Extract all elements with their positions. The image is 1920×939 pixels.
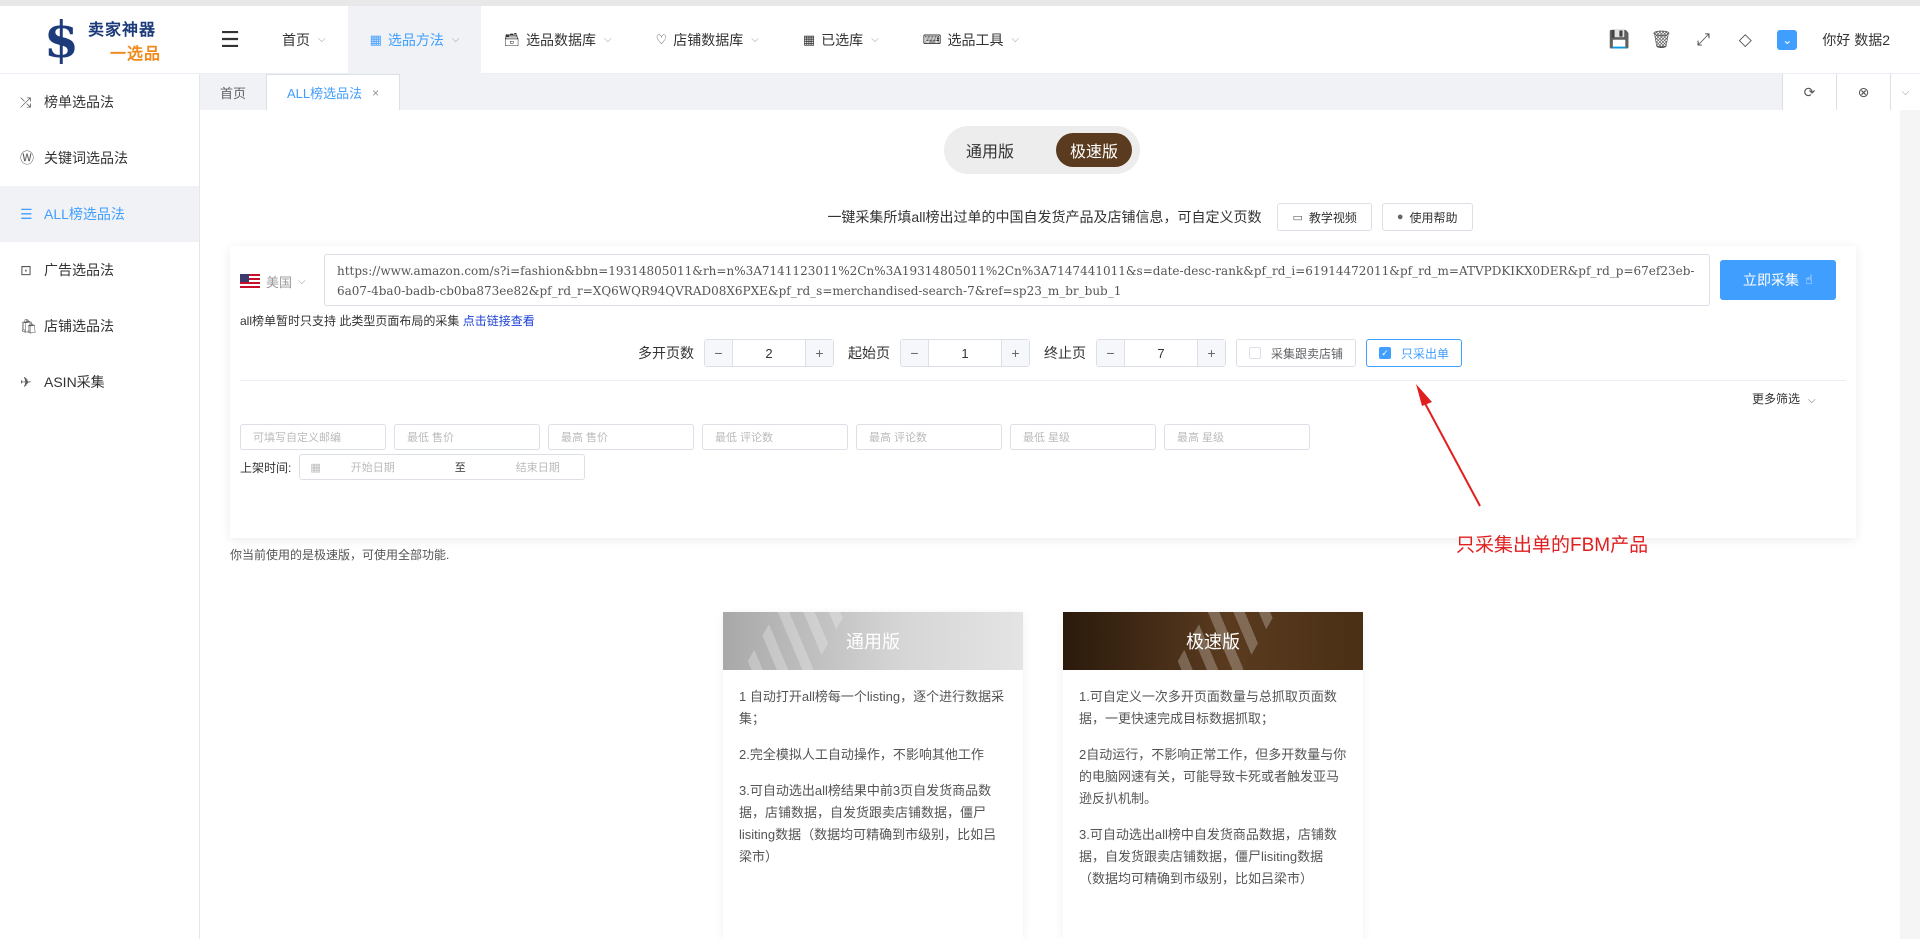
logo-dollar-icon: $	[44, 9, 79, 69]
sidebar: ⤮ 榜单选品法 Ⓦ 关键词选品法 ☰ ALL榜选品法 ⊡ 广告选品法 🛍 店铺选品法 ✈ A…	[0, 74, 200, 939]
chevron-down-icon: ⌵	[318, 34, 326, 45]
sidebar-item-keyword[interactable]: Ⓦ 关键词选品法	[0, 130, 199, 186]
user-greeting[interactable]: 你好 数据2	[1822, 30, 1890, 50]
logo-subtitle: 一选品	[110, 45, 162, 63]
nav-product-database[interactable]: 🗃 选品数据库 ⌵	[481, 6, 633, 74]
database-icon: 🗃	[503, 31, 520, 47]
dropdown-square-icon[interactable]: ⌄	[1777, 29, 1798, 50]
wordpress-icon: Ⓦ	[20, 150, 34, 166]
nav-shop-database[interactable]: ♡ 店铺数据库 ⌵	[634, 6, 781, 74]
diamond-icon[interactable]: ◇	[1724, 30, 1766, 50]
annotation-text: 只采集出单的FBM产品	[1456, 535, 1649, 556]
save-icon[interactable]: 💾	[1598, 30, 1640, 50]
tab-home[interactable]: 首页	[200, 74, 268, 110]
annotation-arrow	[1416, 384, 1481, 507]
close-icon[interactable]: ×	[372, 86, 379, 100]
ad-icon: ⊡	[20, 261, 32, 278]
list-icon: ☰	[20, 205, 33, 222]
chevron-down-icon[interactable]: ⌵	[1890, 74, 1920, 110]
sidebar-item-ads[interactable]: ⊡ 广告选品法	[0, 242, 199, 298]
chevron-down-icon: ⌵	[604, 34, 612, 45]
fast-card-title: 极速版	[1186, 632, 1240, 652]
main-content: 通用版 极速版 一键采集所填all榜出过单的中国自发货产品及店铺信息，可自定义页…	[200, 110, 1900, 939]
version-notice: 你当前使用的是极速版，可使用全部功能.	[230, 548, 450, 562]
top-header: $ 卖家神器 一选品 ☰ 首页 ⌵ ▦ 选品方法 ⌵ 🗃 选品数据库 ⌵ ♡ 店铺数据库 ⌵ …	[0, 5, 1920, 74]
sidebar-item-shop[interactable]: 🛍 店铺选品法	[0, 298, 199, 354]
shuffle-icon: ⤮	[20, 93, 32, 110]
logo-title: 卖家神器	[88, 21, 157, 39]
tab-bar: 首页 ALL榜选品法 × ⟳ ⊗ ⌵	[200, 74, 1920, 110]
nav-tools[interactable]: ⌨ 选品工具 ⌵	[901, 6, 1041, 74]
heart-icon: ♡	[655, 31, 668, 47]
chevron-down-icon: ⌵	[751, 34, 759, 45]
plane-icon: ✈	[20, 373, 32, 390]
nav-home[interactable]: 首页 ⌵	[260, 6, 348, 74]
top-nav: 首页 ⌵ ▦ 选品方法 ⌵ 🗃 选品数据库 ⌵ ♡ 店铺数据库 ⌵ ▦ 已选库 ⌵ ⌨ 选品工具 ⌵	[260, 5, 1041, 74]
refresh-icon[interactable]: ⟳	[1782, 74, 1836, 110]
menu-toggle-icon[interactable]: ☰	[200, 6, 260, 74]
sidebar-item-asin[interactable]: ✈ ASIN采集	[0, 354, 199, 410]
scrollbar[interactable]	[1900, 110, 1920, 939]
sidebar-item-all-ranking[interactable]: ☰ ALL榜选品法	[0, 186, 199, 242]
fullscreen-icon[interactable]: ⤢	[1682, 30, 1724, 50]
grid-icon: ▦	[802, 31, 816, 47]
tab-all-ranking[interactable]: ALL榜选品法 ×	[267, 74, 401, 110]
sidebar-item-ranking[interactable]: ⤮ 榜单选品法	[0, 74, 199, 130]
nav-selected-library[interactable]: ▦ 已选库 ⌵	[781, 6, 901, 74]
chevron-down-icon: ⌵	[871, 34, 879, 45]
chevron-down-icon: ⌵	[451, 34, 460, 45]
normal-card-title: 通用版	[846, 632, 900, 652]
close-circle-icon[interactable]: ⊗	[1836, 74, 1890, 110]
nav-selection-methods[interactable]: ▦ 选品方法 ⌵	[347, 5, 482, 74]
trash-icon[interactable]: 🗑	[1640, 30, 1682, 50]
fast-version-card: 极速版 1.可自定义一次多开页面数量与总抓取页面数据，一更快速完成目标数据抓取；…	[1063, 612, 1363, 939]
chevron-down-icon: ⌵	[1011, 34, 1020, 45]
normal-version-card: 通用版 1 自动打开all榜每一个listing，逐个进行数据采集； 2.完全模…	[723, 612, 1023, 939]
shopping-bag-icon: 🛍	[20, 317, 38, 334]
table-icon: ▦	[369, 31, 382, 47]
keyboard-icon: ⌨	[922, 31, 942, 47]
logo[interactable]: $ 卖家神器 一选品	[0, 6, 200, 74]
